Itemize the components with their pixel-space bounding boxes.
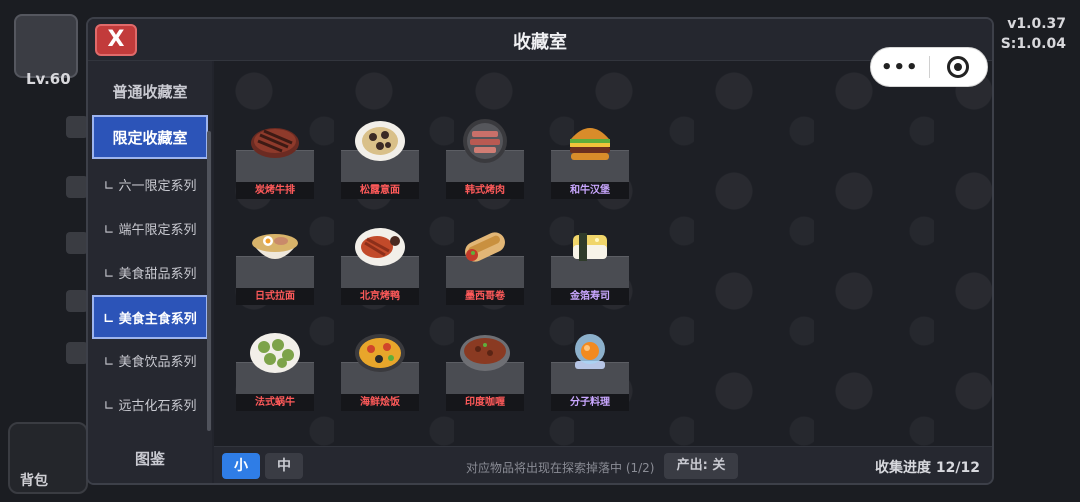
- steak-icon: [251, 128, 299, 158]
- collection-progress: 收集进度 12/12: [875, 460, 980, 476]
- item-name: 墨西哥卷: [446, 288, 524, 305]
- item-name: 炭烤牛排: [236, 182, 314, 199]
- collection-item[interactable]: 印度咖喱: [446, 331, 524, 411]
- collection-icon: [66, 342, 88, 364]
- more-options-icon[interactable]: •••: [871, 57, 929, 78]
- collection-item[interactable]: 韩式烤肉: [446, 119, 524, 199]
- version-line: v1.0.37: [1007, 16, 1066, 32]
- burger-icon: [570, 128, 610, 160]
- item-name: 金箔寿司: [551, 288, 629, 305]
- drop-hint: 对应物品将出现在探索掉落中 (1/2): [466, 461, 655, 475]
- collection-item[interactable]: 分子料理: [551, 331, 629, 411]
- sidebar-item-normal-room[interactable]: 普通收藏室: [92, 69, 208, 113]
- dialog-title-bar: X 收藏室: [88, 19, 992, 61]
- exit-target-icon[interactable]: [929, 56, 987, 78]
- burrito-icon: [465, 232, 505, 262]
- category-sidebar: 普通收藏室 限定收藏室 ∟ 六一限定系列 ∟ 端午限定系列 ∟ 美食甜品系列 ∟…: [88, 61, 212, 483]
- dialog-title: 收藏室: [513, 32, 567, 53]
- sidebar-scrollbar[interactable]: [207, 131, 211, 431]
- item-name: 分子料理: [551, 394, 629, 411]
- sidebar-item-dessert[interactable]: ∟ 美食甜品系列: [92, 250, 208, 294]
- item-name: 北京烤鸭: [341, 288, 419, 305]
- item-name: 和牛汉堡: [551, 182, 629, 199]
- ramen-icon: [252, 234, 298, 259]
- escargot-icon: [250, 333, 300, 373]
- server-version-line: S:1.0.04: [1000, 36, 1066, 52]
- output-toggle-button[interactable]: 产出: 关: [664, 453, 738, 479]
- item-name: 松露意面: [341, 182, 419, 199]
- handbook-button[interactable]: 图鉴: [92, 436, 208, 480]
- sidebar-item-fossil[interactable]: ∟ 远古化石系列: [92, 382, 208, 426]
- collection-item[interactable]: 海鲜烩饭: [341, 331, 419, 411]
- collection-grid: 炭烤牛排 松露意面 韩式烤肉 和牛汉堡 日式拉面 北京烤鸭 墨西哥卷 金箔寿司 …: [214, 61, 992, 446]
- size-medium-button[interactable]: 中: [265, 453, 303, 479]
- item-name: 印度咖喱: [446, 394, 524, 411]
- collection-item[interactable]: 金箔寿司: [551, 225, 629, 305]
- item-name: 韩式烤肉: [446, 182, 524, 199]
- bag-label: 背包: [20, 473, 48, 489]
- collection-room-dialog: X 收藏室 普通收藏室 限定收藏室 ∟ 六一限定系列 ∟ 端午限定系列 ∟ 美食…: [86, 17, 994, 485]
- collection-item[interactable]: 北京烤鸭: [341, 225, 419, 305]
- sidebar-item-drinks[interactable]: ∟ 美食饮品系列: [92, 338, 208, 382]
- sushi-icon: [573, 233, 607, 261]
- sidebar-item-staple-food[interactable]: ∟ 美食主食系列: [92, 295, 208, 339]
- item-name: 法式蜗牛: [236, 394, 314, 411]
- curry-icon: [460, 335, 510, 371]
- pasta-icon: [355, 121, 405, 161]
- collection-item[interactable]: 和牛汉堡: [551, 119, 629, 199]
- sidebar-item-children-day[interactable]: ∟ 六一限定系列: [92, 162, 208, 206]
- collection-item[interactable]: 日式拉面: [236, 225, 314, 305]
- sidebar-item-limited-room[interactable]: 限定收藏室: [92, 115, 208, 159]
- mini-program-capsule: •••: [870, 47, 988, 87]
- collection-item[interactable]: 法式蜗牛: [236, 331, 314, 411]
- version-info: v1.0.37 S:1.0.04: [1001, 14, 1066, 54]
- player-avatar[interactable]: [14, 14, 78, 78]
- collection-item[interactable]: 炭烤牛排: [236, 119, 314, 199]
- item-name: 海鲜烩饭: [341, 394, 419, 411]
- pet-icon: [66, 232, 88, 254]
- roast-duck-icon: [355, 228, 405, 266]
- molecular-dish-icon: [575, 334, 605, 369]
- forge-icon: [66, 290, 88, 312]
- collection-item[interactable]: 松露意面: [341, 119, 419, 199]
- bottom-bar: 小 中 对应物品将出现在探索掉落中 (1/2) 产出: 关 收集进度 12/12: [214, 446, 992, 483]
- task-icon: [66, 116, 88, 138]
- collection-item[interactable]: 墨西哥卷: [446, 225, 524, 305]
- korean-bbq-icon: [463, 119, 507, 163]
- talent-icon: [66, 176, 88, 198]
- item-name: 日式拉面: [236, 288, 314, 305]
- player-level: Lv.60: [26, 70, 71, 88]
- sidebar-item-dragon-boat[interactable]: ∟ 端午限定系列: [92, 206, 208, 250]
- paella-icon: [355, 334, 405, 372]
- size-small-button[interactable]: 小: [222, 453, 260, 479]
